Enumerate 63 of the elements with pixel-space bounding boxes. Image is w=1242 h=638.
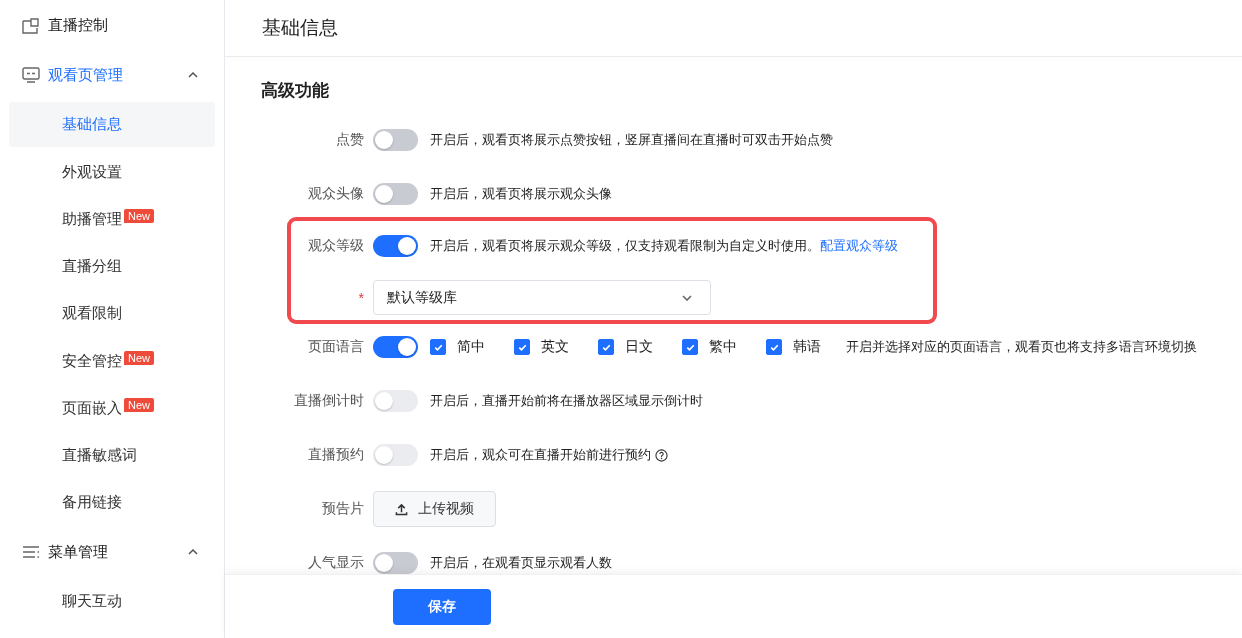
sidebar-item[interactable]: 安全管控 New [9,338,215,384]
chevron-icon[interactable] [188,72,198,79]
setting-description: 开启后，直播开始前将在播放器区域显示倒计时 [430,392,703,410]
sidebar-item[interactable]: 直播分组 [9,244,215,289]
sidebar-item[interactable]: 外观设置 [9,149,215,195]
setting-label: 观众等级 [308,237,364,255]
checkbox[interactable] [598,339,614,355]
language-checkbox[interactable]: 日文 [598,338,670,356]
required-mark: * [358,289,364,306]
sidebar-item[interactable]: 备用链接 [9,480,215,526]
sidebar-group[interactable]: 直播控制 [0,1,224,51]
list-icon [22,544,40,561]
toggle-switch[interactable] [373,129,418,151]
language-checkbox[interactable]: 韩语 [766,338,838,356]
upload-icon [395,502,408,516]
group-label: 直播控制 [48,16,109,36]
chevron-icon [682,294,692,301]
setting-label: 预告片 [322,500,364,518]
sidebar-item[interactable]: 页面嵌入 New [9,385,215,431]
setting-label: 人气显示 [308,554,364,572]
setting-label: 观众头像 [308,185,364,203]
sidebar-item[interactable]: 聊天互动 [9,579,215,625]
setting-description: 开启后，观看页将展示点赞按钮，竖屏直播间在直播时可双击开始点赞 [430,131,833,149]
upload-button[interactable]: 上传视频 [373,491,496,527]
checkbox[interactable] [430,339,446,355]
toggle-switch[interactable] [373,336,418,358]
sidebar-item[interactable]: 观看限制 [9,291,215,337]
setting-label: 直播预约 [308,446,364,464]
group-label: 菜单管理 [48,542,109,562]
screen-icon [22,67,40,84]
setting-description: 开启后，观看页将展示观众等级，仅支持观看限制为自定义时使用。 [430,237,820,255]
setting-label: 页面语言 [308,338,364,356]
level-select[interactable]: 默认等级库 [373,280,711,315]
window-icon [22,17,40,34]
section-title: 高级功能 [261,79,330,102]
language-checkbox[interactable]: 简中 [430,338,502,356]
sidebar-group[interactable]: 观看页管理 [0,50,224,100]
setting-label: 直播倒计时 [294,392,364,410]
setting-label: 点赞 [336,131,364,149]
language-checkbox[interactable]: 英文 [514,338,586,356]
setting-description: 开启后，在观看页显示观看人数 [430,554,612,572]
new-badge: New [124,398,154,413]
group-label: 观看页管理 [48,65,124,85]
new-badge: New [124,351,154,365]
sidebar-item[interactable]: 基础信息 [9,102,215,148]
toggle-switch[interactable] [373,235,418,257]
language-checkbox[interactable]: 繁中 [682,338,754,356]
toggle-switch[interactable] [373,183,418,205]
chevron-icon[interactable] [188,549,198,556]
setting-description: 开启后，观看页将展示观众头像 [430,185,612,203]
page-title: 基础信息 [262,16,338,40]
sidebar-item[interactable]: 助播管理 New [9,196,215,242]
configure-link[interactable]: 配置观众等级 [820,237,898,255]
checkbox[interactable] [514,339,530,355]
checkbox[interactable] [682,339,698,355]
save-button[interactable]: 保存 [393,588,491,625]
sidebar-item[interactable]: 直播敏感词 [9,433,215,478]
setting-description: 开启后，观众可在直播开始前进行预约 [430,446,651,464]
toggle-switch[interactable] [373,552,418,574]
setting-description: 开启并选择对应的页面语言，观看页也将支持多语言环境切换 [846,338,1197,356]
new-badge: New [124,209,154,224]
checkbox[interactable] [766,339,782,355]
sidebar-group[interactable]: 菜单管理 [0,527,224,577]
